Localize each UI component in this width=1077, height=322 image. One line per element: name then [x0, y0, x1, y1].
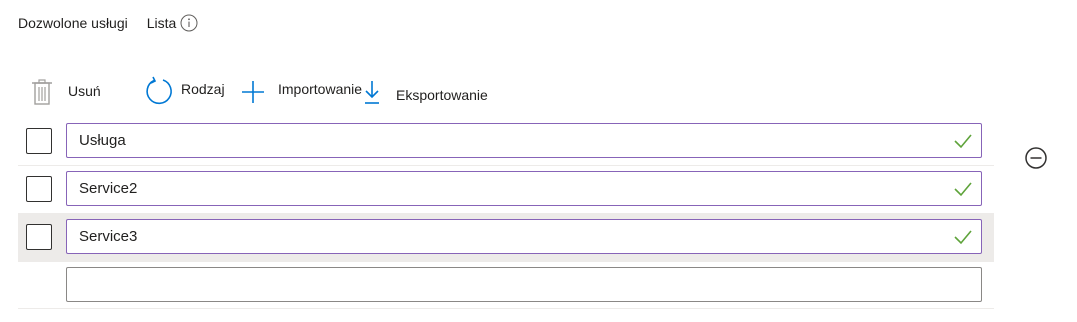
sort-label: Rodzaj — [181, 81, 225, 97]
delete-button[interactable]: Usuń — [30, 78, 101, 106]
service-input[interactable]: Service3 — [66, 219, 982, 254]
services-list: Usługa Service2 Service3 — [18, 118, 994, 309]
service-value: Usługa — [79, 132, 126, 149]
service-input[interactable]: Service2 — [66, 171, 982, 206]
row-checkbox[interactable] — [26, 224, 52, 250]
checkmark-icon — [954, 134, 972, 149]
trash-icon — [30, 78, 54, 106]
service-input[interactable]: Usługa — [66, 123, 982, 158]
import-button[interactable]: Importowanie — [240, 79, 362, 105]
plus-icon — [240, 79, 266, 105]
sort-button[interactable]: Rodzaj — [144, 76, 225, 106]
service-value: Service3 — [79, 228, 138, 245]
info-icon[interactable] — [180, 14, 198, 32]
list-label: Lista — [146, 15, 177, 31]
checkmark-icon — [954, 230, 972, 245]
download-icon — [362, 79, 382, 107]
refresh-icon — [144, 76, 174, 106]
import-label: Importowanie — [278, 81, 363, 97]
new-service-input[interactable] — [66, 267, 982, 302]
row-checkbox[interactable] — [26, 176, 52, 202]
command-bar: Usuń Rodzaj Importowanie Eksportowanie — [28, 76, 568, 106]
export-button[interactable]: Eksportowanie — [362, 79, 488, 107]
list-item: Usługa — [18, 118, 994, 166]
page-title: Dozwolone usługi — [18, 15, 128, 31]
checkmark-icon — [954, 182, 972, 197]
service-value: Service2 — [79, 180, 138, 197]
remove-button[interactable] — [1024, 146, 1048, 170]
list-item-new — [18, 262, 994, 309]
delete-label: Usuń — [68, 83, 101, 99]
minus-circle-icon — [1025, 147, 1047, 169]
row-checkbox[interactable] — [26, 128, 52, 154]
section-header: Dozwolone usługi Lista — [18, 14, 198, 32]
export-label: Eksportowanie — [396, 87, 488, 103]
list-item: Service3 — [18, 214, 994, 262]
list-item: Service2 — [18, 166, 994, 214]
